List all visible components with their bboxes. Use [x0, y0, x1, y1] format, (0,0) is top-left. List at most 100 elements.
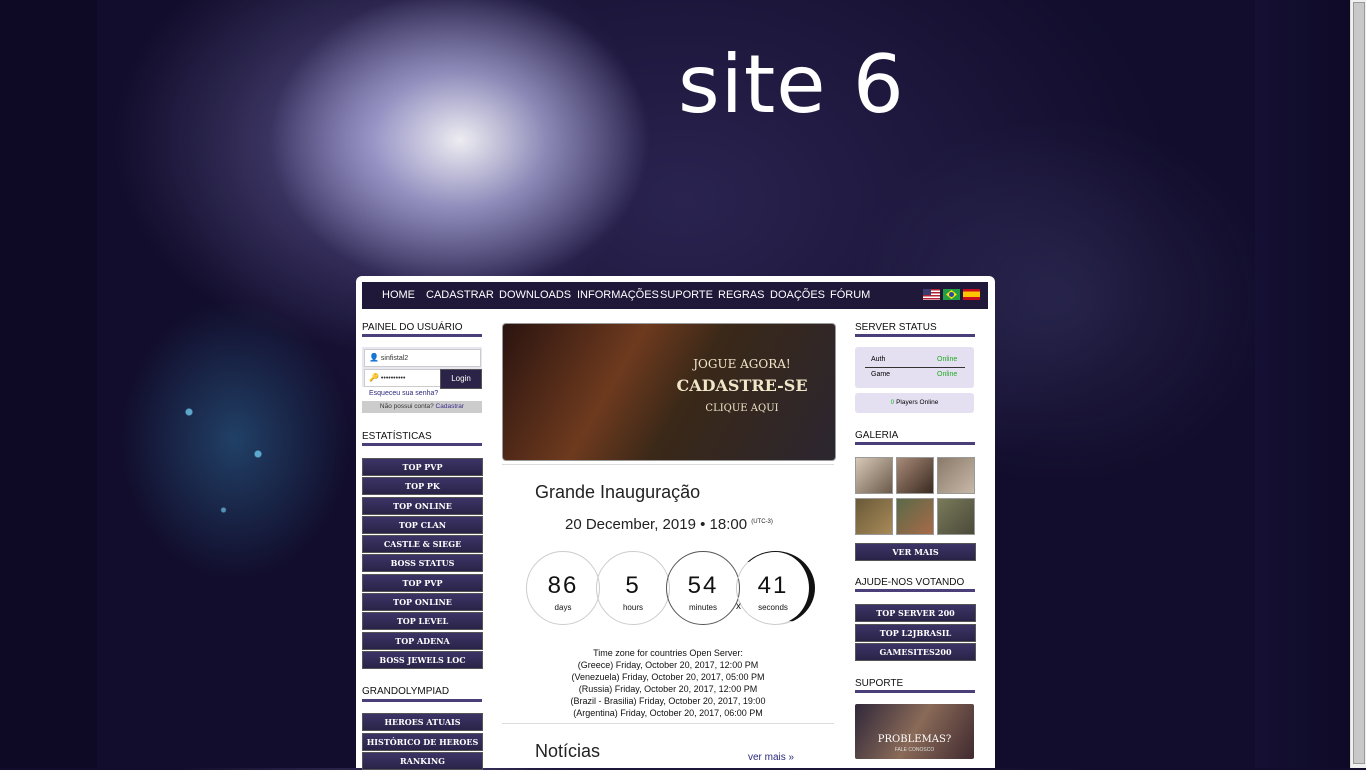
page-scrollbar[interactable] — [1350, 0, 1366, 768]
countdown-seconds: 41 seconds — [736, 551, 815, 625]
timezone-line: (Venezuela) Friday, October 20, 2017, 05… — [571, 672, 765, 682]
password-field[interactable]: 🔑 •••••••••• — [364, 369, 444, 387]
main-container: HOME CADASTRAR DOWNLOADS INFORMAÇÕES SUP… — [356, 276, 995, 770]
countdown-seconds-value: 41 — [757, 572, 789, 599]
register-strip: Não possui conta? Cadastrar — [362, 401, 482, 413]
support-banner[interactable]: PROBLEMAS? FALE CONOSCO — [855, 704, 974, 759]
banner-line3: CLIQUE AQUI — [705, 403, 779, 414]
password-value: •••••••••• — [380, 375, 406, 382]
section-underline — [362, 699, 482, 702]
inauguration-date: 20 December, 2019 • 18:00 (UTC-3) — [565, 516, 773, 533]
stats-top-clan-button[interactable]: TOP CLAN — [362, 516, 483, 534]
olympiad-title: GRANDOLYMPIAD — [362, 686, 450, 697]
us-flag-icon[interactable] — [923, 289, 940, 300]
players-online-box: 0 Players Online — [855, 393, 974, 413]
countdown-hours-value: 5 — [625, 572, 641, 599]
stats-top-adena-button[interactable]: TOP ADENA — [362, 632, 483, 650]
gallery-thumb[interactable] — [896, 498, 934, 535]
user-panel-title: PAINEL DO USUÁRIO — [362, 322, 463, 333]
nav-cadastrar[interactable]: CADASTRAR — [426, 289, 494, 301]
section-underline — [855, 442, 975, 445]
countdown-minutes-value: 54 — [687, 572, 719, 599]
countdown-days: 86 days — [526, 551, 600, 625]
server-status-box: Auth Online Game Online — [855, 347, 974, 388]
username-field[interactable]: 👤 sinfistal2 — [364, 349, 481, 367]
timezone-line: (Russia) Friday, October 20, 2017, 12:00… — [578, 684, 758, 694]
vote-title: AJUDE-NOS VOTANDO — [855, 577, 965, 588]
background-left — [0, 0, 97, 768]
stats-top-pvp-2-button[interactable]: TOP PVP — [362, 574, 483, 592]
section-underline — [855, 690, 975, 693]
timezone-title: Time zone for countries Open Server: — [593, 648, 743, 658]
login-button[interactable]: Login — [440, 369, 482, 389]
nav-home[interactable]: HOME — [382, 289, 415, 301]
gallery-thumb[interactable] — [896, 457, 934, 494]
language-flags — [923, 289, 980, 300]
gallery-thumb[interactable] — [937, 457, 975, 494]
gallery-title: GALERIA — [855, 430, 899, 441]
stats-castle-siege-button[interactable]: CASTLE & SIEGE — [362, 535, 483, 553]
support-banner-line2: FALE CONOSCO — [894, 747, 935, 753]
heroes-atuais-button[interactable]: HEROES ATUAIS — [362, 713, 483, 731]
background-right — [1255, 0, 1351, 768]
news-more-link[interactable]: ver mais » — [748, 752, 794, 763]
stats-boss-jewels-button[interactable]: BOSS JEWELS LOC — [362, 651, 483, 669]
game-label: Game — [871, 371, 891, 378]
key-icon: 🔑 — [369, 373, 379, 382]
stats-boss-status-button[interactable]: BOSS STATUS — [362, 554, 483, 572]
countdown-separator: x — [736, 601, 741, 612]
main-nav: HOME CADASTRAR DOWNLOADS INFORMAÇÕES SUP… — [362, 282, 988, 309]
stats-top-pk-button[interactable]: TOP PK — [362, 477, 483, 495]
timezone-line: (Brazil - Brasilia) Friday, October 20, … — [570, 696, 766, 706]
nav-forum[interactable]: FÓRUM — [830, 289, 870, 301]
nav-doacoes[interactable]: DOAÇÕES — [770, 289, 825, 301]
timezone-line: (Greece) Friday, October 20, 2017, 12:00… — [577, 660, 759, 670]
user-icon: 👤 — [369, 353, 379, 362]
background-particles — [120, 300, 350, 580]
gallery-thumb[interactable] — [855, 498, 893, 535]
stats-top-level-button[interactable]: TOP LEVEL — [362, 612, 483, 630]
stats-top-online-button[interactable]: TOP ONLINE — [362, 497, 483, 515]
section-underline — [855, 334, 975, 337]
nav-informacoes[interactable]: INFORMAÇÕES — [577, 289, 659, 301]
no-account-text: Não possui conta? — [379, 403, 434, 410]
site-title: site 6 — [678, 38, 905, 131]
vote-gamesites200-button[interactable]: GAMESITES200 — [855, 643, 976, 661]
section-underline — [362, 443, 482, 446]
inauguration-date-text: 20 December, 2019 • 18:00 — [565, 516, 748, 533]
nav-regras[interactable]: REGRAS — [718, 289, 764, 301]
countdown-hours: 5 hours — [596, 551, 670, 625]
section-underline — [855, 589, 975, 592]
register-link[interactable]: Cadastrar — [436, 403, 465, 410]
vote-l2jbrasil-button[interactable]: TOP L2JBRASIL — [855, 624, 976, 642]
auth-label: Auth — [871, 356, 886, 363]
stats-top-online-2-button[interactable]: TOP ONLINE — [362, 593, 483, 611]
divider — [502, 464, 834, 465]
server-status-title: SERVER STATUS — [855, 322, 937, 333]
auth-status: Online — [937, 356, 958, 363]
inauguration-tz: (UTC-3) — [751, 519, 773, 525]
ranking-button[interactable]: RANKING — [362, 752, 483, 770]
news-title: Notícias — [535, 741, 601, 761]
vote-topserver200-button[interactable]: TOP SERVER 200 — [855, 604, 976, 622]
forgot-password-link[interactable]: Esqueceu sua senha? — [369, 390, 438, 397]
historico-heroes-button[interactable]: HISTÓRICO DE HEROES — [362, 733, 483, 751]
section-underline — [362, 334, 482, 337]
timezone-list: Time zone for countries Open Server: (Gr… — [502, 647, 834, 719]
countdown-days-value: 86 — [547, 572, 579, 599]
stats-title: ESTATÍSTICAS — [362, 431, 432, 442]
nav-suporte[interactable]: SUPORTE — [660, 289, 713, 301]
players-count: 0 — [890, 399, 895, 406]
scrollbar-thumb[interactable] — [1353, 2, 1365, 764]
banner-line2: CADASTRE-SE — [676, 376, 808, 395]
register-banner[interactable]: JOGUE AGORA! CADASTRE-SE CLIQUE AQUI — [502, 323, 836, 461]
gallery-thumb[interactable] — [937, 498, 975, 535]
divider — [502, 723, 834, 724]
nav-downloads[interactable]: DOWNLOADS — [499, 289, 571, 301]
stats-top-pvp-button[interactable]: TOP PVP — [362, 458, 483, 476]
support-banner-line1: PROBLEMAS? — [877, 734, 952, 745]
gallery-thumb[interactable] — [855, 457, 893, 494]
br-flag-icon[interactable] — [943, 289, 960, 300]
es-flag-icon[interactable] — [963, 289, 980, 300]
gallery-more-button[interactable]: VER MAIS — [855, 543, 976, 561]
